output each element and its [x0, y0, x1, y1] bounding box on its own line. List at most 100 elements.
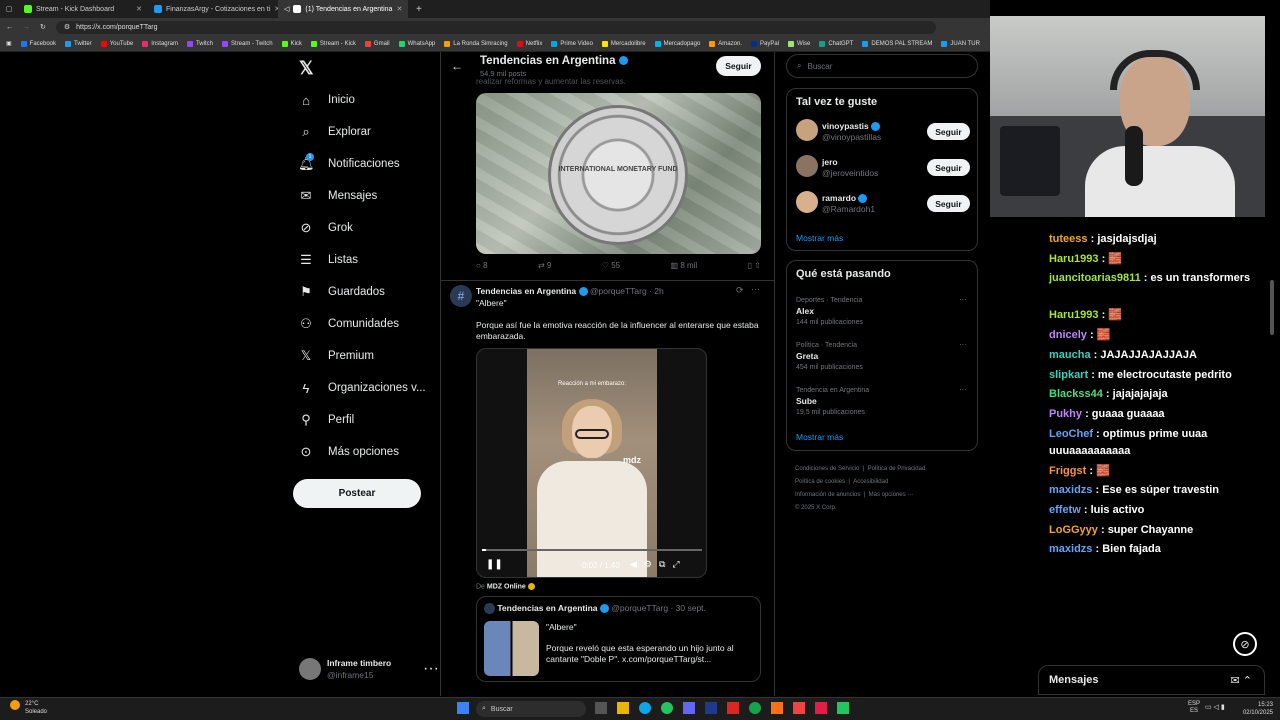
forward-icon[interactable]: →: [23, 24, 30, 31]
footer-link[interactable]: © 2025 X Corp.: [795, 505, 836, 511]
nav-item-1[interactable]: ⌕ Explorar: [298, 119, 370, 145]
bookmark-item[interactable]: WhatsApp: [398, 40, 435, 47]
reload-icon[interactable]: ↻: [40, 23, 46, 31]
nav-item-10[interactable]: ⚲ Perfil: [298, 407, 354, 433]
close-icon[interactable]: ✕: [136, 5, 142, 13]
pause-icon[interactable]: ❚❚: [486, 559, 503, 570]
chat-username[interactable]: LoGGyyy: [1049, 524, 1098, 536]
video-controls-icons[interactable]: ◀⚙⧉⤢: [630, 559, 687, 570]
compose-expand-icons[interactable]: ✉ ⌃: [1231, 674, 1253, 687]
bookmark-item[interactable]: Gmail: [364, 40, 390, 47]
bookmark-item[interactable]: PayPal: [750, 40, 779, 47]
chat-username[interactable]: tuteess: [1049, 233, 1088, 245]
show-more-link[interactable]: Mostrar más: [796, 432, 843, 442]
bookmark-item[interactable]: DEMOS PAL STREAM: [862, 40, 932, 47]
post-button[interactable]: Postear: [293, 479, 421, 508]
nav-item-3[interactable]: ✉ Mensajes: [298, 183, 378, 209]
source-link[interactable]: MDZ Online: [487, 583, 526, 590]
windows-start-icon[interactable]: [457, 702, 469, 714]
reply-button[interactable]: ○ 8: [476, 261, 488, 270]
system-tray-icons[interactable]: ▭ ◁ ▮: [1205, 703, 1225, 711]
chat-username[interactable]: LeoChef: [1049, 428, 1093, 440]
bookmark-item[interactable]: Instagram: [142, 40, 178, 47]
browser-tab[interactable]: Stream - Kick Dashboard ✕: [18, 0, 148, 18]
browser-tab-active[interactable]: ◁ (1) Tendencias en Argentina ✕: [278, 0, 408, 18]
follow-button[interactable]: Seguir: [927, 159, 970, 176]
bookmark-item[interactable]: Wise: [788, 40, 810, 47]
account-switcher[interactable]: Inframe timbero @inframe15 ···: [299, 657, 439, 681]
bookmark-item[interactable]: ChatGPT: [819, 40, 853, 47]
back-arrow-icon[interactable]: ←: [451, 59, 463, 73]
chat-username[interactable]: juancitoarias9811: [1049, 272, 1141, 284]
grok-float-icon[interactable]: ⊘: [1233, 632, 1257, 656]
suggestion-item[interactable]: jero @jeroveintidos: [822, 157, 878, 179]
nav-item-6[interactable]: ⚑ Guardados: [298, 279, 385, 305]
bookmark-item[interactable]: Prime Video: [551, 40, 593, 47]
footer-link[interactable]: Condiciones de Servicio: [795, 466, 859, 472]
follow-button[interactable]: Seguir: [716, 56, 761, 76]
trend-item[interactable]: Política · Tendencia Greta 454 mil publica…: [796, 340, 966, 373]
follow-button[interactable]: Seguir: [927, 195, 970, 212]
quoted-post[interactable]: Tendencias en Argentina @porqueTTarg · 3…: [476, 596, 761, 682]
chat-username[interactable]: Pukhy: [1049, 408, 1082, 420]
scrollbar[interactable]: [1270, 280, 1274, 335]
trend-item[interactable]: Tendencia en Argentina Sube 19,5 mil publi…: [796, 385, 966, 418]
more-icon[interactable]: ···: [423, 660, 439, 678]
follow-button[interactable]: Seguir: [927, 123, 970, 140]
messages-drawer[interactable]: Mensajes ✉ ⌃: [1038, 665, 1265, 695]
bookmark-item[interactable]: La Ronda Simracing: [444, 40, 508, 47]
footer-link[interactable]: Política de Privacidad: [868, 466, 926, 472]
more-icon[interactable]: ···: [959, 340, 967, 349]
bookmark-item[interactable]: Facebook: [20, 40, 56, 47]
footer-link[interactable]: Información de anuncios: [795, 492, 860, 498]
back-icon[interactable]: ←: [6, 24, 13, 31]
show-more-link[interactable]: Mostrar más: [796, 233, 843, 243]
bookmark-item[interactable]: Mercadopago: [654, 40, 700, 47]
chat-username[interactable]: Haru1993: [1049, 253, 1099, 265]
bookmark-item[interactable]: Kick: [281, 40, 302, 47]
avatar[interactable]: [796, 119, 818, 141]
avatar[interactable]: [796, 191, 818, 213]
bookmark-item[interactable]: Twitch: [186, 40, 213, 47]
video-progress-track[interactable]: [482, 549, 702, 551]
bookmark-item[interactable]: Stream - Twitch: [221, 40, 273, 47]
close-icon[interactable]: ✕: [396, 5, 402, 13]
chat-username[interactable]: dnicely: [1049, 329, 1087, 341]
nav-item-2[interactable]: 🔔︎ 1 Notificaciones: [298, 151, 400, 177]
nav-item-0[interactable]: ⌂ Inicio: [298, 87, 355, 113]
video-player[interactable]: Reacción a mi embarazo: mdz ❚❚ 0:02 / 1:…: [476, 348, 707, 578]
views-button[interactable]: ▥ 8 mil: [671, 261, 698, 270]
bookmark-item[interactable]: Netflix: [516, 40, 542, 47]
post-image[interactable]: INTERNATIONAL MONETARY FUND: [476, 93, 761, 254]
more-icon[interactable]: ···: [751, 284, 760, 294]
more-icon[interactable]: ···: [959, 295, 967, 304]
chat-username[interactable]: maxidzs: [1049, 543, 1092, 555]
url-input[interactable]: ⚙ https://x.com/porqueTTarg: [55, 20, 936, 34]
suggestion-item[interactable]: vinoypastis @vinoypastillas: [822, 121, 881, 143]
apps-icon[interactable]: ▣: [6, 40, 12, 47]
footer-link[interactable]: Más opciones ···: [869, 492, 914, 498]
footer-link[interactable]: Accesibilidad: [853, 479, 888, 485]
x-logo-icon[interactable]: 𝕏: [299, 58, 314, 79]
bookmark-share[interactable]: ▯ ⇧: [748, 261, 761, 270]
nav-item-5[interactable]: ☰ Listas: [298, 247, 358, 273]
chat-username[interactable]: slipkart: [1049, 369, 1088, 381]
chat-username[interactable]: maucha: [1049, 349, 1091, 361]
bookmark-item[interactable]: Mercadolibre: [601, 40, 646, 47]
grok-icon[interactable]: ⟳: [736, 285, 744, 296]
like-button[interactable]: ♡ 55: [602, 261, 620, 270]
chat-username[interactable]: effetw: [1049, 504, 1081, 516]
nav-item-9[interactable]: ϟ Organizaciones v...: [298, 375, 426, 401]
more-icon[interactable]: ···: [959, 385, 967, 394]
repost-button[interactable]: ⇄ 9: [538, 261, 551, 270]
hashtag-avatar[interactable]: #: [450, 285, 472, 307]
taskbar-search[interactable]: ⌕ Buscar: [476, 701, 586, 717]
bookmark-item[interactable]: Stream - Kick: [310, 40, 356, 47]
browser-tab[interactable]: FinanzasArgy - Cotizaciones en ti ✕: [148, 0, 278, 18]
new-tab-button[interactable]: +: [408, 4, 430, 15]
bookmark-item[interactable]: JUAN TUR: [941, 40, 980, 47]
nav-item-7[interactable]: ⚇ Comunidades: [298, 311, 399, 337]
avatar[interactable]: [796, 155, 818, 177]
search-input[interactable]: ⌕ Buscar: [786, 54, 978, 78]
chat-username[interactable]: Friggst: [1049, 465, 1086, 477]
